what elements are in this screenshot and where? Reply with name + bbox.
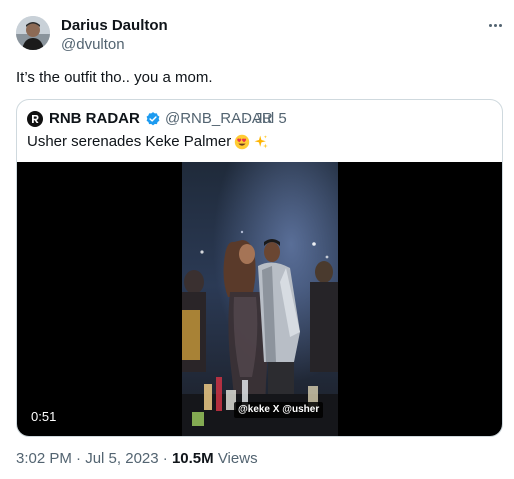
video-player[interactable]: 0:51 @keke X @usher [17,162,502,436]
video-caption: @keke X @usher [234,402,324,418]
quoted-text-row: Usher serenades Keke Palmer [27,132,269,152]
video-frame [182,162,338,436]
quoted-avatar[interactable] [27,111,43,127]
quoted-author-name[interactable]: RNB RADAR [49,110,140,128]
author-handle[interactable]: @dvulton [61,36,125,54]
video-duration: 0:51 [31,409,57,424]
tweet-meta: 3:02 PM · Jul 5, 2023 · 10.5M Views [16,450,258,468]
quoted-date[interactable]: Jul 5 [255,110,287,128]
author-name[interactable]: Darius Daulton [61,17,168,35]
tweet-text: It’s the outfit tho.. you a mom. [16,69,213,86]
quoted-separator: · [243,110,248,127]
heart-eyes-icon [235,134,250,150]
sparkles-icon [254,135,269,149]
tweet-card: Darius Daulton @dvulton It’s the outfit … [0,0,514,479]
meta-separator: · [162,450,168,467]
meta-separator: · [76,450,82,467]
quoted-text: Usher serenades Keke Palmer [27,133,232,150]
more-options-icon[interactable] [484,14,506,36]
tweet-time[interactable]: 3:02 PM [16,450,72,467]
views-count: 10.5M [171,450,214,467]
verified-badge-icon [146,112,160,126]
tweet-date[interactable]: Jul 5, 2023 [85,450,158,467]
rnb-radar-logo-icon [32,115,39,123]
views-label: Views [217,450,258,467]
author-avatar[interactable] [16,16,50,50]
quoted-tweet[interactable]: RNB RADAR @RNB_RADAR · Jul 5 Usher seren… [16,99,503,437]
